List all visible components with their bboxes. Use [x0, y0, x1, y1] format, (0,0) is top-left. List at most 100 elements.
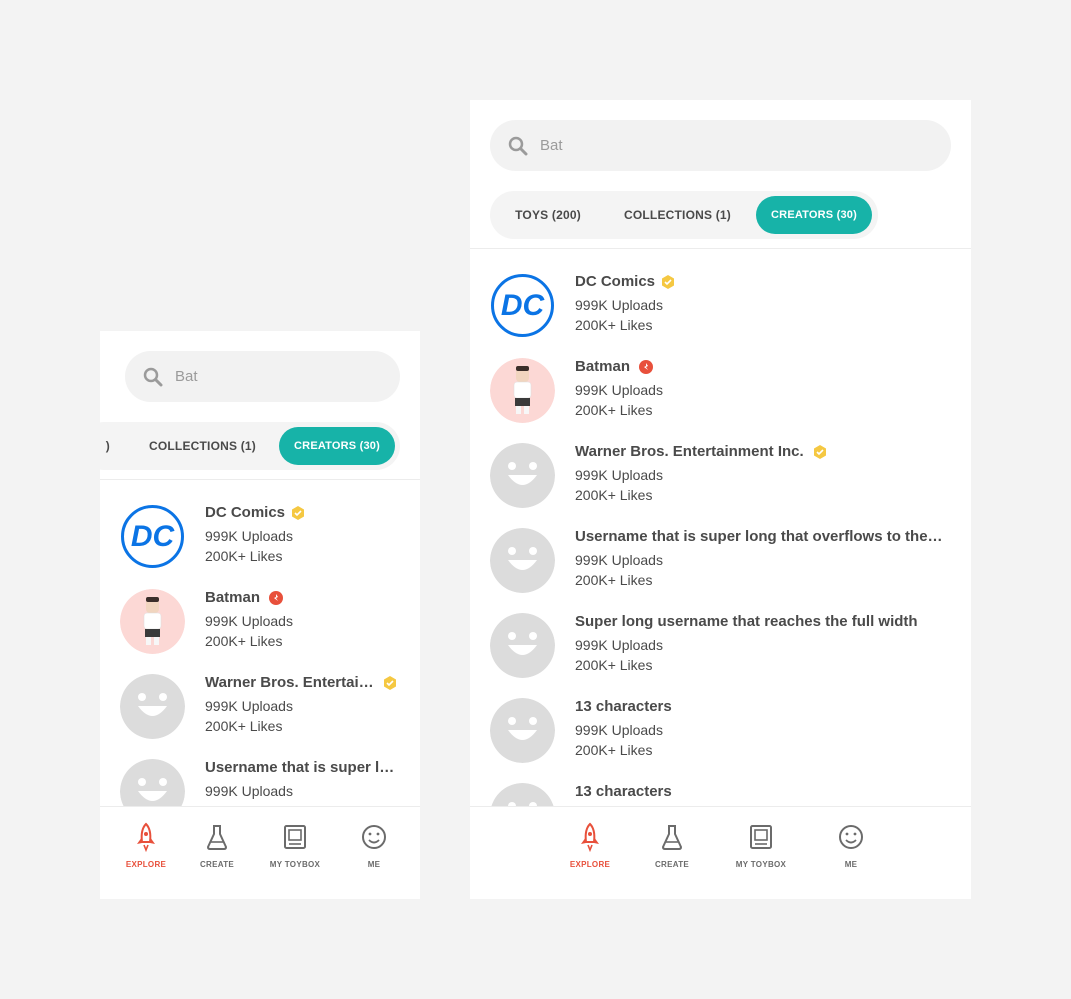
creator-uploads: 999K Uploads	[575, 297, 663, 313]
creator-likes: 200K+ Likes	[575, 572, 653, 588]
creator-name: DC Comics	[205, 504, 286, 521]
search-bar[interactable]: Bat	[125, 351, 400, 402]
creator-uploads: 999K Uploads	[575, 467, 663, 483]
list-item[interactable]: 13 characters	[470, 783, 971, 806]
list-item[interactable]: Super long username that reaches the ful…	[470, 613, 971, 698]
dc-logo-avatar: DC	[490, 273, 555, 338]
flask-icon	[662, 825, 682, 850]
nav-label: MY TOYBOX	[269, 860, 321, 869]
default-avatar	[490, 443, 555, 508]
default-avatar	[120, 674, 185, 739]
nav-explore[interactable]: EXPLORE	[111, 822, 181, 869]
list-item[interactable]: Username that is super l… 999K Uploads 2…	[100, 759, 420, 806]
nav-create[interactable]: CREATE	[182, 822, 252, 869]
toybox-icon	[750, 825, 772, 849]
nav-me[interactable]: ME	[816, 822, 886, 869]
creator-name: Super long username that reaches the ful…	[575, 613, 918, 630]
batman-avatar	[490, 358, 555, 423]
divider	[470, 248, 971, 249]
nav-create[interactable]: CREATE	[637, 822, 707, 869]
svg-text:DC: DC	[131, 520, 176, 553]
smiley-icon	[362, 825, 386, 849]
rocket-icon	[581, 822, 599, 852]
bottom-nav: EXPLORE CREATE MY TOYBOX ME	[100, 806, 420, 899]
divider	[100, 479, 420, 480]
red-badge-icon	[268, 590, 284, 606]
creator-likes: 200K+ Likes	[205, 633, 283, 649]
creator-uploads: 999K Uploads	[575, 382, 663, 398]
search-bar[interactable]: Bat	[490, 120, 951, 171]
list-item[interactable]: Batman 999K Uploads 200K+ Likes	[470, 358, 971, 443]
flask-icon	[207, 825, 227, 850]
red-badge-icon	[638, 359, 654, 375]
creator-list: DC DC Comics 999K Uploads 200K+ Likes Ba…	[100, 504, 420, 806]
nav-label: CREATE	[654, 860, 690, 869]
creator-likes: 200K+ Likes	[205, 548, 283, 564]
nav-label: ME	[844, 860, 858, 869]
nav-label: MY TOYBOX	[735, 860, 787, 869]
creator-uploads: 999K Uploads	[575, 722, 663, 738]
gold-badge-icon	[660, 274, 676, 290]
creator-name: DC Comics	[575, 273, 656, 290]
nav-label: EXPLORE	[125, 860, 167, 869]
list-item[interactable]: DC DC Comics 999K Uploads 200K+ Likes	[470, 273, 971, 358]
gold-badge-icon	[382, 675, 398, 691]
default-avatar	[490, 698, 555, 763]
creator-name: Batman	[205, 589, 261, 606]
default-avatar	[490, 528, 555, 593]
tab-bar: ) COLLECTIONS (1) CREATORS (30)	[100, 422, 400, 470]
batman-avatar	[120, 589, 185, 654]
list-item[interactable]: Warner Bros. Entertai… 999K Uploads 200K…	[100, 674, 420, 759]
search-icon	[143, 367, 163, 387]
tab-toys[interactable]: TOYS (200)	[504, 196, 592, 234]
nav-explore[interactable]: EXPLORE	[555, 822, 625, 869]
list-item[interactable]: Username that is super long that overflo…	[470, 528, 971, 613]
creator-uploads: 999K Uploads	[575, 637, 663, 653]
tab-toys[interactable]: )	[100, 427, 110, 465]
nav-my-toybox[interactable]: MY TOYBOX	[260, 822, 330, 869]
tab-creators[interactable]: CREATORS (30)	[279, 427, 395, 465]
creator-list: DC DC Comics 999K Uploads 200K+ Likes Ba…	[470, 273, 971, 806]
tab-collections[interactable]: COLLECTIONS (1)	[615, 196, 740, 234]
creator-uploads: 999K Uploads	[205, 613, 293, 629]
creator-name: Username that is super l…	[205, 759, 395, 776]
list-item[interactable]: Batman 999K Uploads 200K+ Likes	[100, 589, 420, 674]
toybox-icon	[284, 825, 306, 849]
list-item[interactable]: 13 characters 999K Uploads 200K+ Likes	[470, 698, 971, 783]
creator-likes: 200K+ Likes	[575, 742, 653, 758]
nav-me[interactable]: ME	[339, 822, 409, 869]
creator-name: Warner Bros. Entertai…	[205, 674, 374, 691]
creator-name: 13 characters	[575, 783, 672, 800]
gold-badge-icon	[290, 505, 306, 521]
tab-creators[interactable]: CREATORS (30)	[756, 196, 872, 234]
creator-likes: 200K+ Likes	[575, 487, 653, 503]
creator-likes: 200K+ Likes	[575, 402, 653, 418]
creator-uploads: 999K Uploads	[575, 552, 663, 568]
bottom-nav: EXPLORE CREATE MY TOYBOX ME	[470, 806, 971, 899]
tab-collections[interactable]: COLLECTIONS (1)	[140, 427, 265, 465]
smiley-icon	[839, 825, 863, 849]
creator-likes: 200K+ Likes	[575, 317, 653, 333]
list-item[interactable]: DC DC Comics 999K Uploads 200K+ Likes	[100, 504, 420, 589]
creator-uploads: 999K Uploads	[205, 528, 293, 544]
creator-name: Warner Bros. Entertainment Inc.	[575, 443, 804, 460]
phone-screen-small: Bat ) COLLECTIONS (1) CREATORS (30) DC D…	[100, 331, 420, 899]
list-item[interactable]: Warner Bros. Entertainment Inc. 999K Upl…	[470, 443, 971, 528]
nav-label: EXPLORE	[569, 860, 611, 869]
creator-uploads: 999K Uploads	[205, 698, 293, 714]
search-icon	[508, 136, 528, 156]
creator-uploads: 999K Uploads	[205, 783, 293, 799]
nav-my-toybox[interactable]: MY TOYBOX	[726, 822, 796, 869]
nav-label: ME	[367, 860, 381, 869]
svg-text:DC: DC	[501, 289, 546, 322]
gold-badge-icon	[812, 444, 828, 460]
tab-bar: TOYS (200) COLLECTIONS (1) CREATORS (30)	[490, 191, 878, 239]
creator-likes: 200K+ Likes	[575, 657, 653, 673]
default-avatar	[490, 613, 555, 678]
creator-name: Batman	[575, 358, 631, 375]
creator-likes: 200K+ Likes	[205, 718, 283, 734]
search-input[interactable]: Bat	[540, 137, 563, 154]
search-input[interactable]: Bat	[175, 368, 198, 385]
rocket-icon	[137, 822, 155, 852]
creator-name: 13 characters	[575, 698, 672, 715]
